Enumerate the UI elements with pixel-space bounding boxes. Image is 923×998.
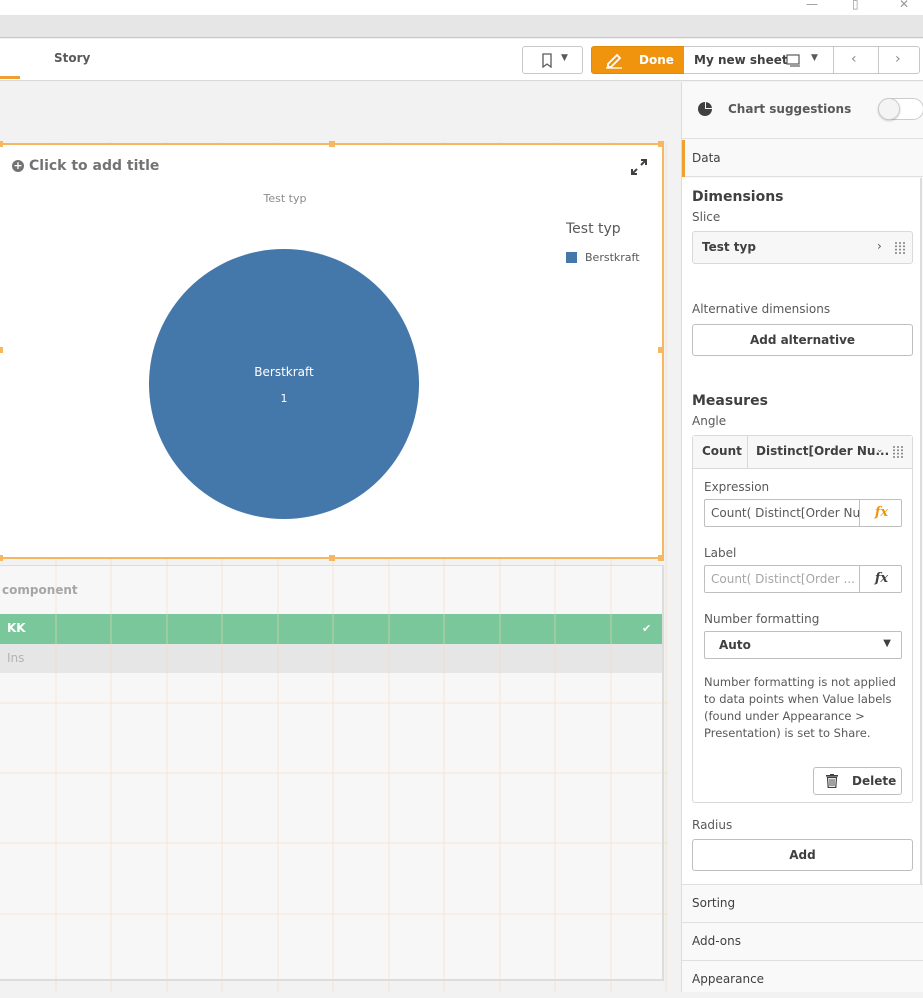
pencil-icon — [606, 53, 622, 69]
bookmarks-button[interactable]: ▼ — [522, 46, 583, 74]
slice-value-label: 1 — [281, 392, 288, 405]
chevron-right-icon: › — [877, 239, 882, 253]
number-formatting-value: Auto — [719, 638, 751, 652]
add-radius-button[interactable]: Add — [692, 839, 913, 871]
fx-expression-icon[interactable]: fx — [861, 500, 902, 526]
delete-measure-button[interactable]: Delete — [813, 767, 902, 795]
data-tab-label: Data — [692, 151, 721, 165]
pie-chart-icon — [698, 102, 712, 116]
measures-heading: Measures — [692, 393, 768, 409]
resize-handle[interactable] — [658, 141, 664, 147]
radius-label: Radius — [692, 818, 733, 832]
filter-item-selected[interactable]: KK ✔ — [0, 614, 662, 644]
sheet-icon — [786, 54, 800, 67]
chevron-down-icon: ⌄ — [876, 445, 884, 455]
angle-label: Angle — [692, 414, 727, 428]
previous-sheet-button[interactable]: ‹ — [833, 46, 879, 74]
caret-down-icon: ▼ — [561, 53, 568, 63]
active-tab-indicator — [0, 76, 20, 79]
add-alternative-button[interactable]: Add alternative — [692, 324, 913, 356]
sheet-name: My new sheet — [694, 53, 788, 67]
properties-panel: Chart suggestions Data Dimensions Slice … — [681, 82, 923, 992]
tab-story[interactable]: Story — [54, 51, 90, 65]
chart-dimension-title: Test typ — [263, 192, 307, 205]
filter-item-label: Ins — [7, 651, 25, 665]
caret-down-icon: ▼ — [811, 53, 818, 63]
expression-label: Expression — [704, 480, 770, 494]
trash-icon — [826, 774, 838, 788]
restore-icon[interactable]: ▯ — [852, 0, 859, 11]
drag-handle-icon[interactable] — [892, 445, 904, 459]
chart-suggestions-bar: Chart suggestions — [682, 82, 923, 139]
measure-aggregation: Count — [693, 436, 748, 469]
label-input[interactable] — [705, 566, 860, 592]
drag-handle-icon[interactable] — [894, 241, 906, 255]
section-label: Sorting — [692, 896, 736, 910]
fx-expression-icon[interactable]: fx — [861, 566, 902, 592]
number-formatting-select[interactable]: Auto ▼ — [704, 631, 902, 659]
resize-handle[interactable] — [329, 141, 335, 147]
resize-handle[interactable] — [0, 555, 3, 561]
section-add-ons[interactable]: Add-ons — [682, 922, 923, 960]
window-title-bar: — ▯ ✕ — [0, 0, 923, 15]
active-section-indicator — [682, 140, 685, 177]
filter-pane-title: component — [2, 583, 78, 597]
alternative-dimensions-label: Alternative dimensions — [692, 302, 831, 316]
legend-item[interactable]: Berstkraft — [566, 251, 640, 264]
data-section: Dimensions Slice Test typ › Alternative … — [682, 178, 922, 884]
measure-item: Count Distinct[Order Nu... ⌄ Expression … — [692, 435, 913, 803]
done-editing-button[interactable]: Done — [591, 46, 685, 74]
sheet-selector[interactable]: My new sheet ▼ — [684, 46, 834, 74]
number-formatting-note: Number formatting is not applied to data… — [704, 675, 896, 740]
section-sorting[interactable]: Sorting — [682, 884, 923, 922]
chart-suggestions-label: Chart suggestions — [728, 102, 852, 116]
resize-handle[interactable] — [329, 555, 335, 561]
pie-chart-object[interactable]: + Click to add title Berstkraft 1 Test ty… — [0, 141, 664, 561]
dimension-name: Test typ — [702, 240, 756, 254]
section-appearance[interactable]: Appearance — [682, 960, 923, 998]
chevron-right-icon: › — [895, 51, 901, 67]
bookmark-icon — [542, 53, 552, 68]
legend-swatch — [566, 252, 577, 263]
number-formatting-label: Number formatting — [704, 612, 820, 626]
pie-plot: Berstkraft 1 — [149, 249, 419, 519]
label-field-label: Label — [704, 546, 737, 560]
resize-handle[interactable] — [658, 555, 664, 561]
caret-down-icon: ▼ — [883, 638, 891, 649]
minimize-icon[interactable]: — — [806, 0, 818, 11]
dimension-item[interactable]: Test typ › — [692, 231, 913, 264]
aggregation-label: Count — [702, 444, 742, 458]
close-icon[interactable]: ✕ — [899, 0, 909, 11]
chart-suggestions-toggle[interactable] — [878, 98, 923, 120]
filter-pane[interactable]: component KK ✔ Ins — [0, 565, 664, 981]
chevron-left-icon: ‹ — [851, 51, 857, 67]
slice-label: Berstkraft — [254, 365, 314, 379]
next-sheet-button[interactable]: › — [878, 46, 920, 74]
app-toolbar: Story ▼ Done My new sheet ▼ ‹ › — [0, 39, 923, 81]
section-label: Appearance — [692, 972, 765, 986]
legend-label: Berstkraft — [585, 251, 640, 264]
done-label: Done — [639, 53, 674, 67]
expression-input[interactable] — [705, 500, 860, 526]
dimensions-heading: Dimensions — [692, 189, 784, 205]
filter-item-excluded[interactable]: Ins — [0, 644, 662, 673]
slice-label: Slice — [692, 210, 721, 224]
resize-handle[interactable] — [658, 347, 664, 353]
label-field: fx — [704, 565, 902, 593]
filter-item-label: KK — [7, 621, 26, 635]
measure-field-label: Distinct[Order Nu... — [756, 444, 890, 458]
legend-title: Test typ — [566, 221, 621, 237]
resize-handle[interactable] — [0, 347, 3, 353]
resize-handle[interactable] — [0, 141, 3, 147]
toggle-knob — [878, 98, 900, 120]
measure-header[interactable]: Count Distinct[Order Nu... ⌄ — [693, 436, 912, 469]
delete-label: Delete — [852, 774, 897, 788]
section-label: Add-ons — [692, 934, 741, 948]
checkmark-icon: ✔ — [642, 622, 652, 635]
pie-slice[interactable] — [149, 249, 419, 519]
browser-strip — [0, 15, 923, 38]
expression-field: fx — [704, 499, 902, 527]
tab-data[interactable]: Data — [682, 140, 923, 177]
